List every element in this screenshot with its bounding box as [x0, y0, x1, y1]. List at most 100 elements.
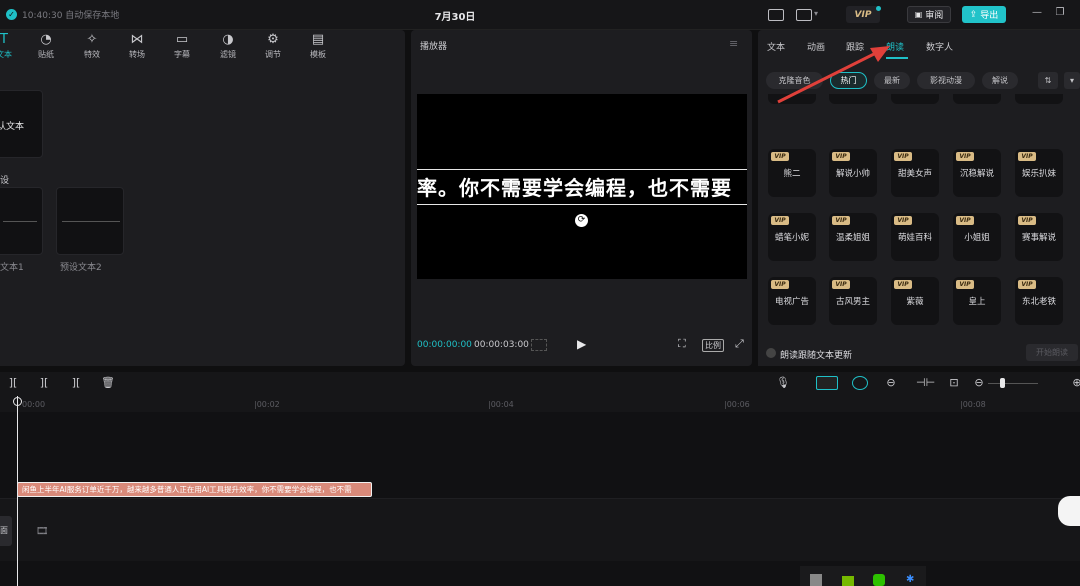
filter-film-anime[interactable]: 影视动漫: [917, 72, 975, 89]
ruler-label: |00:04: [488, 400, 514, 409]
assistant-avatar[interactable]: [1058, 496, 1080, 526]
voice-card[interactable]: VIP 紫薇: [891, 277, 939, 325]
tab-text[interactable]: T 文本: [0, 33, 24, 60]
system-tray: ✱: [800, 566, 926, 586]
transition-icon: ⋈: [130, 32, 144, 47]
tab-digital-human[interactable]: 数字人: [926, 40, 953, 53]
fullscreen-icon[interactable]: ⤢: [735, 337, 744, 351]
playhead-handle[interactable]: [13, 397, 22, 406]
chevron-down-icon[interactable]: ▾: [814, 9, 818, 18]
tab-filter[interactable]: ◑ 滤镜: [208, 33, 248, 60]
preset-text-card-1[interactable]: [0, 187, 43, 255]
voice-card[interactable]: VIP 甜美女声: [891, 149, 939, 197]
fit-screen-icon[interactable]: ⛶: [678, 337, 686, 351]
wechat-icon[interactable]: [873, 574, 885, 586]
tab-adjust[interactable]: ⚙ 调节: [253, 33, 293, 60]
split-icon[interactable]: ][: [6, 376, 20, 390]
filter-icon: ◑: [222, 32, 234, 47]
preview-axis-icon[interactable]: ⊣⊢: [916, 376, 935, 390]
tab-label: 字幕: [174, 50, 190, 59]
vip-badge: VIP: [771, 152, 789, 161]
voice-name: 东北老铁: [1021, 297, 1056, 307]
subtitle-text[interactable]: 率。你不需要学会编程，也不需要: [417, 173, 747, 203]
video-preview[interactable]: 率。你不需要学会编程，也不需要 ⟳: [417, 94, 747, 279]
ratio-button[interactable]: 比例: [702, 339, 724, 352]
annotation-arrow: [777, 46, 890, 104]
zoom-out-icon[interactable]: ⊖: [972, 376, 986, 390]
voice-card[interactable]: VIP 沉稳解说: [953, 149, 1001, 197]
chevron-down-icon[interactable]: ▾: [1064, 72, 1080, 89]
zoom-slider-handle[interactable]: [1000, 378, 1005, 388]
template-icon: ▤: [311, 32, 325, 47]
voice-card[interactable]: VIP 小姐姐: [953, 213, 1001, 261]
keyboard-icon[interactable]: [768, 9, 784, 21]
tab-transition[interactable]: ⋈ 转场: [117, 33, 157, 60]
voice-card[interactable]: VIP 萌娃百科: [891, 213, 939, 261]
voice-card[interactable]: VIP 蜡笔小妮: [768, 213, 816, 261]
voice-card[interactable]: [953, 94, 1001, 104]
voice-card[interactable]: VIP 解说小帅: [829, 149, 877, 197]
split-right-icon[interactable]: ][: [69, 376, 83, 390]
ruler-label: 00:00: [22, 400, 46, 409]
text-clip[interactable]: 闲鱼上半年AI服务订单近千万，越来越多普通人正在用AI工具提升效率，你不需要学会…: [17, 482, 372, 497]
review-label: 审阅: [925, 11, 944, 21]
tab-subtitle[interactable]: ▭ 字幕: [162, 33, 202, 60]
tab-label: 模板: [310, 50, 326, 59]
main-track-magnet-icon[interactable]: [816, 376, 838, 390]
voice-card[interactable]: [1015, 94, 1063, 104]
tab-label: 调节: [265, 50, 281, 59]
voice-card[interactable]: VIP 温柔姐姐: [829, 213, 877, 261]
vip-badge: VIP: [832, 280, 850, 289]
tab-sticker[interactable]: ◔ 贴纸: [26, 33, 66, 60]
review-button[interactable]: ▣ 审阅: [907, 6, 951, 23]
export-button[interactable]: ⇪ 导出: [962, 6, 1006, 23]
minimize-icon[interactable]: —: [1032, 8, 1042, 18]
preset-text-card-2[interactable]: [56, 187, 124, 255]
zoom-slider-track[interactable]: [988, 383, 1038, 384]
sort-icon[interactable]: ⇅: [1038, 72, 1058, 89]
tab-template[interactable]: ▤ 模板: [298, 33, 338, 60]
layout-icon[interactable]: [796, 9, 812, 21]
vip-badge: VIP: [832, 216, 850, 225]
section-heading: 设: [0, 176, 10, 186]
voice-card[interactable]: VIP 电视广告: [768, 277, 816, 325]
filter-commentary[interactable]: 解说: [982, 72, 1018, 89]
default-text-card[interactable]: 认文本: [0, 90, 43, 158]
voice-card[interactable]: VIP 赛事解说: [1015, 213, 1063, 261]
menu-icon[interactable]: ≡: [729, 37, 738, 50]
toggle-checkbox[interactable]: [766, 348, 776, 358]
voice-grid: VIP 熊二 VIP 解说小帅 VIP 甜美女声 VIP 沉稳解说 VIP 娱乐扒妹 VIP 蜡笔小妮…: [758, 94, 1080, 340]
tray-app-icon[interactable]: [810, 574, 822, 586]
split-left-icon[interactable]: ][: [37, 376, 51, 390]
delete-icon[interactable]: 🗑: [101, 376, 115, 390]
play-icon[interactable]: ▶: [577, 337, 586, 351]
cover-button[interactable]: 面: [0, 516, 12, 546]
start-read-button[interactable]: 开始朗读: [1026, 344, 1078, 361]
voice-card[interactable]: VIP 东北老铁: [1015, 277, 1063, 325]
link-icon[interactable]: ⊖: [884, 376, 898, 390]
voice-card[interactable]: VIP 熊二: [768, 149, 816, 197]
vip-badge: VIP: [894, 152, 912, 161]
main-video-track[interactable]: [0, 499, 1080, 561]
tab-label: 文本: [0, 50, 12, 59]
restore-icon[interactable]: ❐: [1055, 8, 1065, 18]
auto-snap-icon[interactable]: [852, 376, 868, 390]
timeline-ruler[interactable]: [0, 396, 1080, 412]
playhead[interactable]: [17, 396, 18, 586]
guide-line: [417, 204, 747, 205]
voice-card[interactable]: VIP 皇上: [953, 277, 1001, 325]
vip-badge: VIP: [956, 152, 974, 161]
tab-effects[interactable]: ✧ 特效: [72, 33, 112, 60]
preset-label-1: 文本1: [0, 263, 24, 273]
tab-label: 滤镜: [220, 50, 236, 59]
adjust-icon: ⚙: [267, 32, 279, 47]
voice-card[interactable]: VIP 娱乐扒妹: [1015, 149, 1063, 197]
bluetooth-icon[interactable]: ✱: [906, 574, 914, 585]
microphone-icon[interactable]: 🎙: [776, 376, 790, 390]
rotate-icon[interactable]: ⟳: [575, 214, 588, 227]
voice-card[interactable]: VIP 古风男主: [829, 277, 877, 325]
screenshot-icon[interactable]: ⊡: [947, 376, 961, 390]
vip-button[interactable]: VIP: [846, 6, 880, 23]
nvidia-icon[interactable]: [842, 576, 854, 586]
zoom-in-icon[interactable]: ⊕: [1070, 376, 1080, 390]
